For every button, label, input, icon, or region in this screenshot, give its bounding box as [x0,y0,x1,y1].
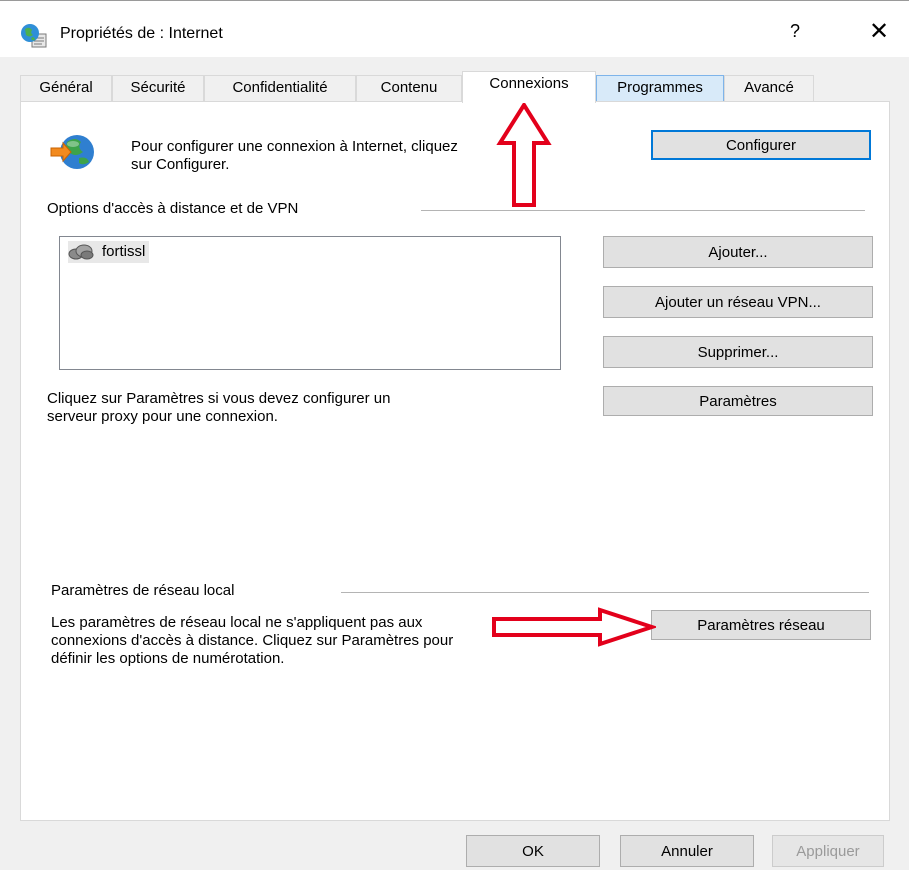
tab-general[interactable]: Général [20,75,112,101]
add-button[interactable]: Ajouter... [603,236,873,268]
apply-button[interactable]: Appliquer [772,835,884,867]
connection-wizard-globe-icon [50,135,94,169]
tab-privacy[interactable]: Confidentialité [204,75,356,101]
help-button[interactable]: ? [780,21,810,42]
list-item-label: fortissl [102,243,146,260]
tab-advanced[interactable]: Avancé [724,75,814,101]
cancel-button[interactable]: Annuler [620,835,754,867]
tab-programs[interactable]: Programmes [596,75,724,101]
lan-text-line2: connexions d'accès à distance. Cliquez s… [51,632,454,649]
internet-options-globe-icon [21,24,47,48]
add-vpn-button[interactable]: Ajouter un réseau VPN... [603,286,873,318]
remove-button[interactable]: Supprimer... [603,336,873,368]
tab-connections[interactable]: Connexions [462,71,596,103]
vpn-connection-icon [68,244,94,260]
lan-group-divider [341,592,869,593]
lan-text-line1: Les paramètres de réseau local ne s'appl… [51,614,423,631]
tab-security[interactable]: Sécurité [112,75,204,101]
dialup-group-label: Options d'accès à distance et de VPN [47,200,305,217]
tab-content[interactable]: Contenu [356,75,462,101]
configure-button[interactable]: Configurer [651,130,871,160]
connections-panel: Pour configurer une connexion à Internet… [20,101,890,821]
list-item[interactable]: fortissl [68,241,150,263]
lan-text-line3: définir les options de numérotation. [51,650,285,667]
settings-button[interactable]: Paramètres [603,386,873,416]
dialup-group-divider [421,210,865,211]
setup-text-line2: sur Configurer. [131,156,230,173]
proxy-text-line1: Cliquez sur Paramètres si vous devez con… [47,390,391,407]
close-button[interactable]: ✕ [862,17,896,46]
connections-listbox[interactable]: fortissl [59,236,561,370]
title-bar: Propriétés de : Internet ? ✕ [0,1,909,57]
window-title: Propriétés de : Internet [60,25,223,42]
proxy-text-line2: serveur proxy pour une connexion. [47,408,278,425]
ok-button[interactable]: OK [466,835,600,867]
tab-strip: Général Sécurité Confidentialité Contenu… [20,71,890,103]
setup-text-line1: Pour configurer une connexion à Internet… [131,138,458,155]
internet-properties-window: Propriétés de : Internet ? ✕ Général Séc… [0,0,909,870]
lan-group-label: Paramètres de réseau local [51,582,241,599]
lan-settings-button[interactable]: Paramètres réseau [651,610,871,640]
